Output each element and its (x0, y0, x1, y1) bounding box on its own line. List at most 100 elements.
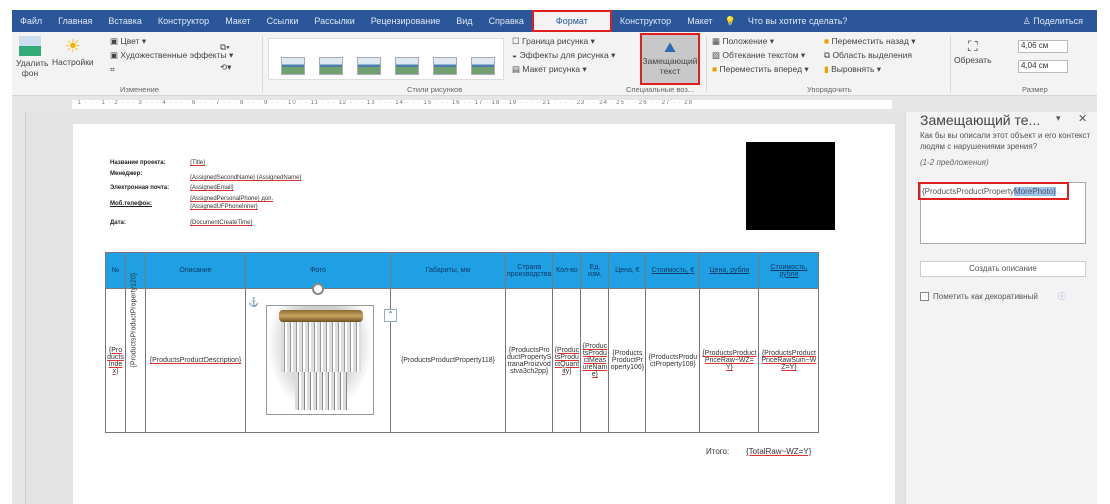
picture-border-button[interactable]: ☐ Граница рисунка ▾ (512, 36, 595, 47)
decorative-label: Пометить как декоративный (933, 292, 1038, 301)
transparency-icon[interactable]: ⌗ (110, 64, 115, 75)
generate-description-button[interactable]: Создать описание (920, 261, 1086, 277)
divider (950, 36, 951, 92)
reset-picture-icon[interactable]: ⟲▾ (220, 62, 231, 73)
cell-cost-eur[interactable]: {ProductsProductProperty108} (645, 288, 701, 433)
sun-icon: ☀ (64, 36, 81, 56)
rotate-handle-icon[interactable] (312, 283, 324, 295)
cell-unit[interactable]: {ProductsProductMeasureName} (580, 288, 610, 433)
tab-file[interactable]: Файл (12, 10, 50, 32)
cell-photo[interactable]: ⚓ ⌃ (245, 283, 397, 433)
header-price-rub: Цена, рубли (699, 252, 760, 289)
tab-table-layout[interactable]: Макет (679, 10, 720, 32)
tab-view[interactable]: Вид (448, 10, 480, 32)
divider (706, 36, 707, 92)
corrections-button[interactable]: ☀ Настройки (52, 36, 94, 67)
cell-quantity[interactable]: {ProductsProductQuantity} (552, 288, 582, 433)
vertical-ruler (12, 112, 26, 504)
height-input[interactable]: 4,06 см (1018, 40, 1068, 53)
layout-options-icon[interactable]: ⌃ (384, 309, 397, 322)
pane-options-icon[interactable]: ▾ (1056, 113, 1061, 124)
crop-button[interactable]: ⛶ Обрезать (954, 38, 992, 65)
style-thumb[interactable] (357, 57, 381, 75)
width-input[interactable]: 4,04 см (1018, 60, 1068, 73)
header-price-eur: Цена, € (608, 252, 647, 289)
style-thumb[interactable] (395, 57, 419, 75)
artistic-effects-button[interactable]: ▣ Художественные эффекты ▾ (110, 50, 233, 61)
picture-styles-gallery[interactable] (268, 38, 504, 80)
remove-background-button[interactable]: Удалить фон (16, 36, 48, 78)
decorative-checkbox[interactable] (920, 292, 929, 301)
cell-dimensions[interactable]: {ProductsProductProperty118} (390, 288, 506, 433)
table-row: {ProductsIndex} {ProductsProductProperty… (105, 273, 820, 433)
style-thumb[interactable] (319, 57, 343, 75)
selection-pane-button[interactable]: ⧉ Область выделения (824, 50, 912, 61)
tab-design[interactable]: Конструктор (150, 10, 217, 32)
field-label: Электронная почта: (110, 185, 170, 191)
group-accessibility-label: Специальные воз... (626, 85, 695, 94)
tab-home[interactable]: Главная (50, 10, 100, 32)
field-value[interactable]: {AssignedPersonalPhone} доп. {AssignedUF… (190, 195, 280, 211)
alt-text-pane: Замещающий те... ▾ ✕ Как бы вы описали э… (905, 112, 1097, 504)
alt-text-button[interactable]: ⛰ Замещающий текст (640, 33, 700, 85)
tab-review[interactable]: Рецензирование (363, 10, 449, 32)
compress-icon[interactable]: ⧉▾ (220, 42, 230, 53)
cell-cost-rub[interactable]: {ProductsProductPriceRawSum~WZ=Y} (758, 288, 820, 433)
bring-forward-button[interactable]: ■ Переместить вперед ▾ (712, 64, 809, 75)
field-value[interactable]: {DocumentCreateTime} (190, 220, 252, 226)
tab-table-design[interactable]: Конструктор (612, 10, 679, 32)
info-icon[interactable]: ⓘ (1058, 291, 1066, 302)
tab-layout[interactable]: Макет (217, 10, 258, 32)
header-country: Страна производства (504, 252, 554, 289)
total-value[interactable]: {TotalRaw~WZ=Y} (746, 447, 811, 456)
header-number: № (105, 252, 126, 289)
cell-property120[interactable]: {ProductsProductProperty120} (125, 273, 146, 433)
close-icon[interactable]: ✕ (1078, 112, 1087, 125)
style-thumb[interactable] (281, 57, 305, 75)
header-description: Описание (145, 252, 246, 289)
field-value[interactable]: {AssignedSecondName} {AssignedName} (190, 175, 301, 181)
group-size-label: Размер (1022, 85, 1048, 94)
ruler-scale[interactable]: · 1 · · · 1 · 2 · · · 3 · · · 4 · · · · … (72, 100, 892, 109)
ribbon: Удалить фон ☀ Настройки ▣ Цвет ▾ ▣ Художе… (12, 32, 1097, 96)
total-label: Итого: (706, 447, 730, 456)
tab-insert[interactable]: Вставка (100, 10, 149, 32)
products-table: № Описание Фото Габариты, мм Страна прои… (105, 252, 820, 433)
field-value[interactable]: {Title} (190, 160, 205, 166)
tab-format[interactable]: Формат (531, 10, 612, 32)
style-thumb[interactable] (433, 57, 457, 75)
picture-layout-button[interactable]: ▤ Макет рисунка ▾ (512, 64, 587, 75)
pane-hint: (1-2 предложения) (920, 158, 989, 167)
style-thumb[interactable] (471, 57, 495, 75)
share-button[interactable]: ♙ Поделиться (1015, 10, 1097, 32)
wrap-text-button[interactable]: ▧ Обтекание текстом ▾ (712, 50, 805, 61)
header-cost-eur: Стоимость, € (645, 252, 701, 289)
cell-price-eur[interactable]: {ProductsProductProperty106} (608, 288, 647, 433)
divider (262, 36, 263, 92)
pane-title: Замещающий те... (920, 112, 1041, 128)
tell-me-input[interactable]: Что вы хотите сделать? (740, 10, 856, 32)
cell-country[interactable]: {ProductsProductPropertyStranaProizvodst… (504, 288, 554, 433)
alt-text-icon: ⛰ (664, 39, 676, 55)
tab-mailings[interactable]: Рассылки (306, 10, 362, 32)
tab-references[interactable]: Ссылки (259, 10, 307, 32)
tab-help[interactable]: Справка (481, 10, 532, 32)
align-button[interactable]: ▮ Выровнять ▾ (824, 64, 881, 75)
logo-image-placeholder[interactable] (746, 142, 835, 230)
header-unit: Ед. изм. (580, 252, 610, 289)
chandelier-image[interactable] (266, 305, 374, 415)
color-button[interactable]: ▣ Цвет ▾ (110, 36, 146, 47)
cell-description[interactable]: {ProductsProductDescription} (145, 288, 246, 433)
header-dimensions: Габариты, мм (390, 252, 506, 289)
group-arrange-label: Упорядочить (807, 85, 852, 94)
cell-price-rub[interactable]: {ProductsProductPriceRaw~WZ=Y} (699, 288, 760, 433)
lightbulb-icon: 💡 (724, 16, 736, 26)
send-backward-button[interactable]: ■ Переместить назад ▾ (824, 36, 916, 47)
group-adjust-label: Изменение (120, 85, 159, 94)
position-button[interactable]: ▦ Положение ▾ (712, 36, 774, 47)
header-cost-rub: Стоимость, рубли (758, 252, 820, 289)
cell-index[interactable]: {ProductsIndex} (105, 288, 126, 433)
picture-effects-button[interactable]: ◒ Эффекты для рисунка ▾ (512, 50, 615, 61)
alt-text-value[interactable]: {ProductsProductPropertyMorePhoto} (918, 182, 1069, 200)
field-value[interactable]: {AssignedEmail} (190, 185, 234, 191)
